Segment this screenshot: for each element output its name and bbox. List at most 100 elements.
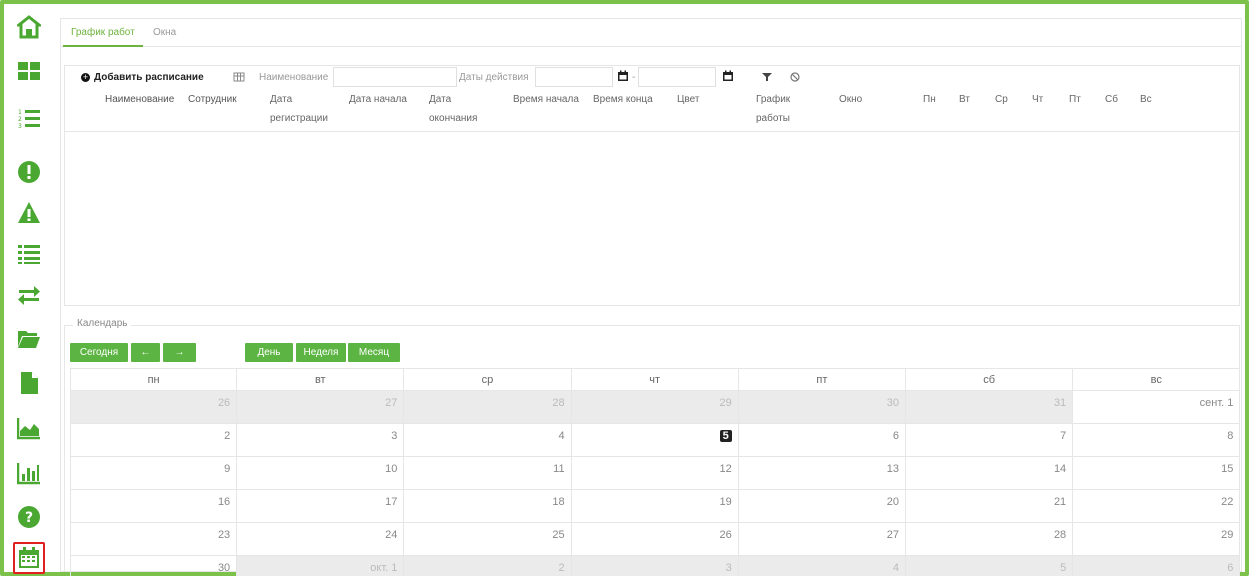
calendar-day-cell[interactable]: 14 [906, 457, 1074, 490]
bar-chart-icon[interactable] [16, 460, 42, 486]
calendar-day-cell[interactable]: 8 [1073, 424, 1241, 457]
warning-icon[interactable] [16, 200, 42, 226]
calendar-day-cell[interactable]: 11 [404, 457, 572, 490]
document-icon[interactable] [16, 370, 42, 396]
next-button[interactable]: → [163, 343, 196, 362]
calendar-day-cell[interactable]: окт. 1 [237, 556, 405, 576]
calendar-day-cell[interactable]: 10 [237, 457, 405, 490]
calendar-icon[interactable] [13, 542, 45, 574]
calendar-day-cell[interactable]: 3 [237, 424, 405, 457]
calendar-day-cell[interactable]: 28 [906, 523, 1074, 556]
calendar-day-number: 28 [552, 397, 565, 409]
help-icon[interactable]: ? [16, 504, 42, 530]
col-registration-date[interactable]: Дата регистрации [270, 90, 340, 128]
col-employee[interactable]: Сотрудник [188, 90, 237, 109]
calendar-day-cell[interactable]: 9 [70, 457, 238, 490]
calendar-day-cell[interactable]: сент. 1 [1073, 391, 1241, 424]
col-name[interactable]: Наименование [105, 90, 174, 109]
add-schedule-label: Добавить расписание [94, 71, 204, 83]
day-view-button[interactable]: День [245, 343, 293, 362]
exclamation-icon[interactable] [16, 159, 42, 185]
col-sat[interactable]: Сб [1105, 90, 1118, 109]
calendar-day-cell[interactable]: 3 [571, 556, 739, 576]
calendar-day-cell[interactable]: 2 [404, 556, 572, 576]
filter-icon[interactable] [755, 66, 779, 88]
calendar-day-cell[interactable]: 5 [906, 556, 1074, 576]
calendar-day-cell[interactable]: 26 [70, 391, 238, 424]
calendar-day-cell[interactable]: 24 [237, 523, 405, 556]
calendar-day-cell[interactable]: 4 [738, 556, 906, 576]
area-chart-icon[interactable] [16, 415, 42, 441]
col-mon[interactable]: Пн [923, 90, 936, 109]
date-from-input[interactable] [535, 67, 613, 87]
clear-filter-icon[interactable] [783, 66, 807, 88]
folder-icon[interactable] [16, 326, 42, 352]
col-end-date[interactable]: Дата окончания [429, 90, 499, 128]
date-to-input[interactable] [638, 67, 717, 87]
calendar-day-cell[interactable]: 17 [237, 490, 405, 523]
col-end-time[interactable]: Время конца [593, 90, 653, 109]
calendar-day-cell[interactable]: 23 [70, 523, 238, 556]
calendar-day-cell[interactable]: 29 [571, 391, 739, 424]
columns-grid-icon[interactable] [233, 66, 245, 88]
calendar-day-cell[interactable]: 6 [1073, 556, 1241, 576]
col-window[interactable]: Окно [839, 90, 862, 109]
col-thu[interactable]: Чт [1032, 90, 1043, 109]
calendar-day-cell[interactable]: 30 [738, 391, 906, 424]
col-wed[interactable]: Ср [995, 90, 1008, 109]
numbered-list-icon[interactable]: 123 [16, 106, 42, 132]
calendar-day-cell[interactable]: 4 [404, 424, 572, 457]
calendar-day-cell[interactable]: 26 [571, 523, 739, 556]
month-view-button[interactable]: Месяц [348, 343, 400, 362]
calendar-day-cell[interactable]: 27 [738, 523, 906, 556]
calendar-day-number: 3 [391, 430, 398, 442]
calendar-day-cell[interactable]: 7 [906, 424, 1074, 457]
calendar-day-cell[interactable]: 29 [1073, 523, 1241, 556]
transfer-icon[interactable] [16, 282, 42, 308]
calendar-day-number: 30 [217, 562, 231, 574]
calendar-day-cell[interactable]: 2 [70, 424, 238, 457]
calendar-day-cell[interactable]: 13 [738, 457, 906, 490]
prev-button[interactable]: ← [131, 343, 160, 362]
list-icon[interactable] [16, 241, 42, 267]
weekday-header: пн [70, 368, 238, 391]
calendar-day-cell[interactable]: 21 [906, 490, 1074, 523]
dates-filter-label: Даты действия [457, 66, 533, 88]
calendar-day-cell[interactable]: 31 [906, 391, 1074, 424]
weekday-header: вс [1073, 368, 1241, 391]
col-work-schedule[interactable]: График работы [756, 90, 806, 128]
calendar-day-cell[interactable]: 16 [70, 490, 238, 523]
today-button[interactable]: Сегодня [70, 343, 128, 362]
week-view-button[interactable]: Неделя [296, 343, 346, 362]
col-fri[interactable]: Пт [1069, 90, 1081, 109]
calendar-day-cell[interactable]: 28 [404, 391, 572, 424]
calendar-day-cell[interactable]: 15 [1073, 457, 1241, 490]
calendar-day-cell[interactable]: 12 [571, 457, 739, 490]
col-sun[interactable]: Вс [1140, 90, 1152, 109]
calendar-day-cell[interactable]: 20 [738, 490, 906, 523]
col-start-time[interactable]: Время начала [513, 90, 579, 109]
date-to-calendar-icon[interactable] [722, 70, 734, 85]
calendar-day-cell[interactable]: 22 [1073, 490, 1241, 523]
calendar-day-cell[interactable]: 19 [571, 490, 739, 523]
dashboard-icon[interactable] [16, 58, 42, 84]
calendar-day-number: 5 [1060, 562, 1067, 574]
calendar-day-cell[interactable]: 18 [404, 490, 572, 523]
calendar-day-cell[interactable]: 27 [237, 391, 405, 424]
col-tue[interactable]: Вт [959, 90, 970, 109]
plus-circle-icon: + [81, 71, 90, 82]
home-icon[interactable] [16, 14, 42, 40]
col-start-date[interactable]: Дата начала [349, 90, 407, 109]
calendar-section: Календарь Сегодня ← → День Неделя Месяц … [64, 318, 1241, 576]
calendar-day-cell[interactable]: 30 [70, 556, 238, 576]
date-from-calendar-icon[interactable] [617, 70, 629, 85]
col-color[interactable]: Цвет [677, 90, 699, 109]
name-filter-input[interactable] [333, 67, 457, 87]
calendar-day-cell[interactable]: 5 [571, 424, 739, 457]
tab-work-schedule[interactable]: График работ [63, 19, 143, 47]
calendar-day-cell[interactable]: 25 [404, 523, 572, 556]
add-schedule-button[interactable]: + Добавить расписание [81, 66, 210, 88]
calendar-day-cell[interactable]: 6 [738, 424, 906, 457]
calendar-day-number: 18 [552, 496, 565, 508]
tab-windows[interactable]: Окна [145, 19, 184, 47]
